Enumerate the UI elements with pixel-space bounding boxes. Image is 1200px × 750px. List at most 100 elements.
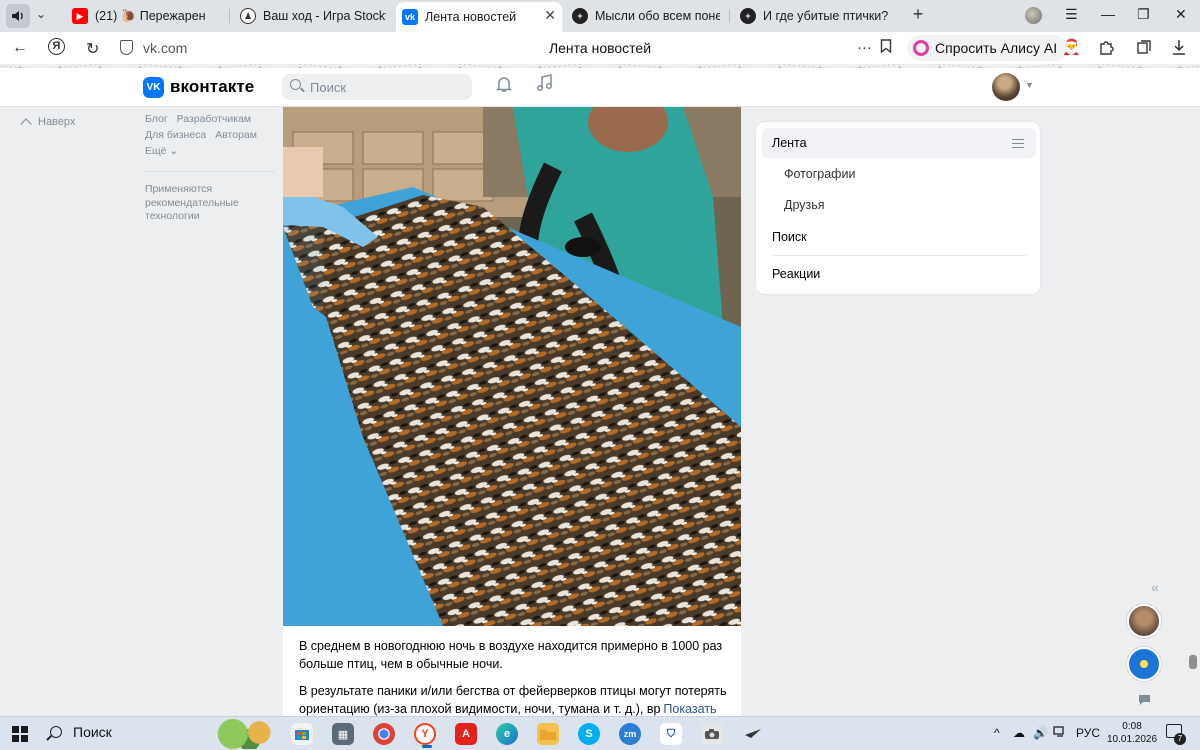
clock-date: 10.01.2026 — [1107, 734, 1158, 745]
tab-divider — [729, 9, 730, 23]
puzzle-icon[interactable] — [1098, 39, 1114, 59]
menu-item-search[interactable]: Поиск — [762, 222, 1036, 252]
profile-avatar[interactable] — [1025, 7, 1042, 24]
notification-count: 7 — [1174, 733, 1186, 745]
tab-vk-feed[interactable]: vk Лента новостей ✕ — [396, 2, 562, 32]
search-icon — [290, 79, 301, 90]
footer-link-developers[interactable]: Разработчикам — [177, 113, 252, 125]
tray-chevron-up-icon[interactable]: ^ — [994, 726, 1000, 740]
calculator-icon[interactable]: ▦ — [332, 723, 354, 745]
collections-icon[interactable] — [1136, 39, 1152, 59]
zoom-icon[interactable]: zm — [619, 723, 641, 745]
search-placeholder: Поиск — [310, 80, 347, 95]
camera-icon[interactable] — [701, 723, 723, 745]
taskbar-search[interactable]: Поиск — [50, 724, 112, 740]
minimize-icon[interactable]: — — [1101, 6, 1115, 22]
bell-icon[interactable] — [495, 76, 513, 98]
tab-birds[interactable]: + И где убитые птички?! | М — [734, 3, 894, 29]
security-shield-icon[interactable]: ⛉ — [660, 723, 682, 745]
new-tab-button[interactable]: + — [908, 5, 928, 25]
vk-brand-name[interactable]: вконтакте — [170, 77, 254, 97]
clock-time: 0:08 — [1122, 721, 1142, 732]
tab-thoughts[interactable]: + Мысли обо всем понемн — [566, 3, 726, 29]
music-icon[interactable] — [536, 74, 553, 98]
footer-links: Блог Разработчикам Для бизнеса Авторам Е… — [145, 111, 275, 159]
cloud-icon[interactable]: ☁ — [1013, 726, 1025, 740]
edge-icon[interactable]: e — [496, 723, 518, 745]
restore-icon[interactable]: ❐ — [1137, 6, 1150, 23]
more-dots-icon[interactable]: ··· — [857, 39, 872, 56]
alice-icon — [913, 40, 929, 56]
scroll-to-top-button[interactable]: Наверх — [20, 116, 75, 130]
search-icon — [50, 726, 62, 738]
steam-icon[interactable] — [742, 723, 764, 745]
url-field[interactable]: vk.com — [143, 40, 187, 56]
network-icon[interactable] — [1053, 726, 1067, 741]
widgets-icon[interactable] — [213, 719, 279, 749]
chat-avatar[interactable] — [1127, 604, 1161, 638]
ask-alice-button[interactable]: Спросить Алису AI — [907, 35, 1068, 61]
collapse-chevron-icon[interactable]: « — [1151, 579, 1159, 595]
message-icon[interactable] — [1138, 694, 1151, 709]
download-icon[interactable] — [1172, 39, 1186, 59]
plus-circle-icon: + — [572, 8, 588, 24]
tab-label: Мысли обо всем понемн — [595, 9, 720, 23]
vk-header: VK вконтакте Поиск ▼ — [0, 68, 1200, 107]
feed-post: В среднем в новогоднюю ночь в воздухе на… — [283, 107, 741, 734]
extension-gift-icon[interactable]: 🎅 — [1062, 38, 1081, 56]
store-icon[interactable] — [291, 723, 313, 745]
filter-settings-icon[interactable] — [1012, 138, 1024, 149]
menu-item-photos[interactable]: Фотографии — [762, 159, 1036, 189]
divider — [145, 171, 275, 172]
address-bar: ← Я ↻ vk.com Лента новостей ··· Спросить… — [0, 32, 1200, 64]
volume-icon[interactable]: 🔊 — [1033, 726, 1048, 740]
footer-link-business[interactable]: Для бизнеса — [145, 129, 206, 141]
language-indicator[interactable]: РУС — [1076, 726, 1100, 740]
folder-icon[interactable] — [537, 723, 559, 745]
menu-item-friends[interactable]: Друзья — [762, 190, 1036, 220]
menu-item-label: Фотографии — [784, 167, 856, 181]
pdf-reader-icon[interactable]: A — [455, 723, 477, 745]
shield-icon[interactable] — [120, 40, 133, 55]
recommendation-note[interactable]: Применяются рекомендательные технологии — [145, 183, 265, 224]
footer-link-authors[interactable]: Авторам — [215, 129, 257, 141]
chess-icon: ♟ — [240, 8, 256, 24]
chat-avatar[interactable] — [1127, 647, 1161, 681]
footer-link-blog[interactable]: Блог — [145, 113, 168, 125]
speaker-icon[interactable] — [6, 4, 30, 28]
taskbar-search-label: Поиск — [73, 724, 112, 740]
tab-label: И где убитые птички?! | М — [763, 9, 888, 23]
skype-icon[interactable]: S — [578, 723, 600, 745]
menu-item-feed[interactable]: Лента — [762, 128, 1036, 158]
tab-divider — [229, 9, 230, 23]
browser-tab-strip: ⌄ ▶ (21) 🐌 Пережарен ♟ Ваш ход - Игра St… — [0, 0, 1200, 32]
bookmark-icon[interactable] — [880, 39, 892, 57]
menu-item-reactions[interactable]: Реакции — [762, 259, 1036, 289]
vk-search-input[interactable]: Поиск — [282, 74, 472, 100]
menu-item-label: Лента — [772, 136, 807, 150]
footer-link-more[interactable]: Ещё ⌄ — [145, 145, 178, 157]
post-photo-image — [283, 107, 741, 626]
scrollbar-thumb[interactable] — [1189, 655, 1197, 669]
menu-icon[interactable]: ☰ — [1065, 6, 1078, 23]
close-icon[interactable]: ✕ — [544, 7, 556, 24]
user-avatar[interactable] — [992, 73, 1020, 101]
vk-icon: vk — [402, 9, 418, 25]
chevron-down-icon[interactable]: ⌄ — [36, 7, 46, 21]
post-photo[interactable] — [283, 107, 741, 626]
chevron-down-icon[interactable]: ▼ — [1025, 80, 1034, 90]
windows-start-icon[interactable] — [12, 726, 28, 742]
system-clock[interactable]: 0:08 10.01.2026 — [1107, 720, 1157, 746]
tab-label: Лента новостей — [425, 10, 517, 24]
back-arrow-icon[interactable]: ← — [12, 39, 28, 57]
tab-youtube[interactable]: ▶ (21) 🐌 Пережарен — [66, 3, 226, 29]
vk-logo[interactable]: VK — [143, 77, 164, 98]
tab-stockfish[interactable]: ♟ Ваш ход - Игра Stockfish I — [234, 3, 392, 29]
yandex-browser-icon[interactable]: Y — [414, 723, 436, 748]
yandex-icon[interactable]: Я — [48, 38, 65, 55]
menu-item-label: Поиск — [772, 230, 807, 244]
chrome-icon[interactable] — [373, 723, 395, 745]
reload-icon[interactable]: ↻ — [86, 39, 99, 59]
youtube-icon: ▶ — [72, 8, 88, 24]
close-window-icon[interactable]: ✕ — [1175, 6, 1187, 23]
